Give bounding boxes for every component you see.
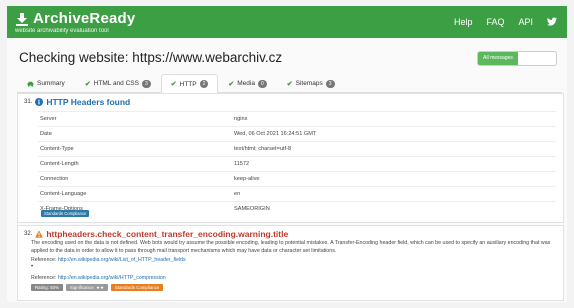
top-nav: Help FAQ API: [454, 17, 557, 27]
table-row: Server nginx: [38, 111, 556, 127]
header-name: Content-Length: [38, 156, 232, 172]
section-number: 31.: [24, 99, 33, 105]
app-title: ArchiveReady: [33, 10, 136, 27]
check-icon: ✔: [84, 80, 91, 88]
reference-label: Reference:: [31, 257, 57, 263]
section-title: httpheaders.check_content_transfer_encod…: [46, 229, 289, 239]
header-value: 11572: [232, 156, 556, 172]
info-icon: [35, 98, 44, 106]
reference-link[interactable]: http://en.wikipedia.org/wiki/HTTP_compre…: [58, 275, 166, 281]
tab-sitemaps[interactable]: ✔ Sitemaps 3: [277, 74, 345, 92]
header-value: Wed, 06 Oct 2021 16:24:51 GMT: [232, 126, 556, 142]
tab-html-css[interactable]: ✔ HTML and CSS 3: [75, 74, 161, 92]
tab-media-badge: 0: [257, 79, 267, 88]
table-row: X-Frame-Options SAMEORIGIN: [38, 201, 556, 216]
significance-pill: Significance: ★★: [65, 284, 108, 291]
header-name: Content-Type: [38, 141, 232, 157]
reference-label: Reference:: [31, 275, 57, 281]
tab-summary-label: Summary: [37, 80, 65, 87]
main-content: Checking website: https://www.webarchiv.…: [7, 38, 567, 302]
nav-help[interactable]: Help: [454, 17, 473, 27]
header-value: keep-alive: [232, 171, 556, 187]
section-header: 31. HTTP Headers found: [24, 97, 130, 107]
app-tagline: website archivability evaluation tool: [15, 28, 109, 34]
check-icon: ✔: [228, 80, 235, 88]
nav-api[interactable]: API: [518, 17, 533, 27]
all-messages-label: All messages: [478, 52, 518, 65]
tab-summary[interactable]: Summary: [17, 74, 75, 92]
tab-html-css-badge: 3: [141, 79, 151, 88]
all-messages-toggle[interactable]: All messages: [477, 51, 557, 66]
bullet-dot: •: [31, 264, 34, 270]
table-row: Date Wed, 06 Oct 2021 16:24:51 GMT: [38, 126, 556, 142]
nav-faq[interactable]: FAQ: [486, 17, 504, 27]
table-row: Content-Length 11572: [38, 156, 556, 172]
standards-pill: Standards Compliance: [110, 284, 164, 291]
header-name: Connection: [38, 171, 232, 187]
logo[interactable]: ArchiveReady website archivability evalu…: [15, 10, 135, 34]
tab-http-badge: 2: [199, 80, 209, 88]
header-value: nginx: [232, 111, 556, 127]
tab-sitemaps-label: Sitemaps: [295, 80, 323, 87]
header-name: Date: [38, 126, 232, 142]
download-icon: [16, 12, 28, 26]
page-title: Checking website: https://www.webarchiv.…: [19, 50, 283, 65]
header-value: SAMEORIGIN: [232, 201, 556, 216]
tab-bar: Summary ✔ HTML and CSS 3 ✔ HTTP 2 ✔ Medi…: [17, 74, 562, 93]
http-headers-section: 31. HTTP Headers found Server nginx Date We…: [17, 93, 564, 223]
section-number: 32.: [24, 231, 33, 237]
standards-compliance-badge: Standards Compliance: [41, 210, 90, 217]
table-row: Content-Language en: [38, 186, 556, 202]
header-value: text/html; charset=utf-8: [232, 141, 556, 157]
section-header: 32. httpheaders.check_content_transfer_e…: [24, 229, 288, 239]
twitter-icon[interactable]: [547, 17, 557, 26]
tag-pills: Rating: 50% Significance: ★★ Standards C…: [31, 284, 164, 291]
tab-media[interactable]: ✔ Media 0: [218, 74, 276, 92]
header-value: en: [232, 186, 556, 202]
tab-html-css-label: HTML and CSS: [93, 80, 139, 87]
warning-description: The encoding used on the data is not def…: [31, 240, 551, 254]
table-row: Connection keep-alive: [38, 171, 556, 187]
reference-2: Reference: http://en.wikipedia.org/wiki/…: [31, 275, 166, 281]
table-row: Content-Type text/html; charset=utf-8: [38, 141, 556, 157]
rating-pill: Rating: 50%: [31, 284, 63, 291]
headers-table: Server nginx Date Wed, 06 Oct 2021 16:24:51…: [38, 111, 556, 216]
reference-link[interactable]: http://en.wikipedia.org/wiki/List_of_HTT…: [58, 257, 186, 263]
header-name: Content-Language: [38, 186, 232, 202]
header-name: Server: [38, 111, 232, 127]
tab-media-label: Media: [237, 80, 255, 87]
tab-http-label: HTTP: [179, 80, 197, 88]
section-title: HTTP Headers found: [46, 97, 131, 107]
warning-icon: [35, 230, 44, 238]
check-icon: ✔: [286, 80, 293, 88]
transfer-encoding-section: 32. httpheaders.check_content_transfer_e…: [17, 225, 564, 301]
reference-1: Reference: http://en.wikipedia.org/wiki/…: [31, 257, 186, 263]
top-bar: ArchiveReady website archivability evalu…: [7, 6, 567, 38]
tab-http[interactable]: ✔ HTTP 2: [160, 74, 219, 93]
car-icon: [27, 81, 34, 87]
tab-sitemaps-badge: 3: [325, 79, 335, 88]
check-icon: ✔: [170, 81, 177, 88]
